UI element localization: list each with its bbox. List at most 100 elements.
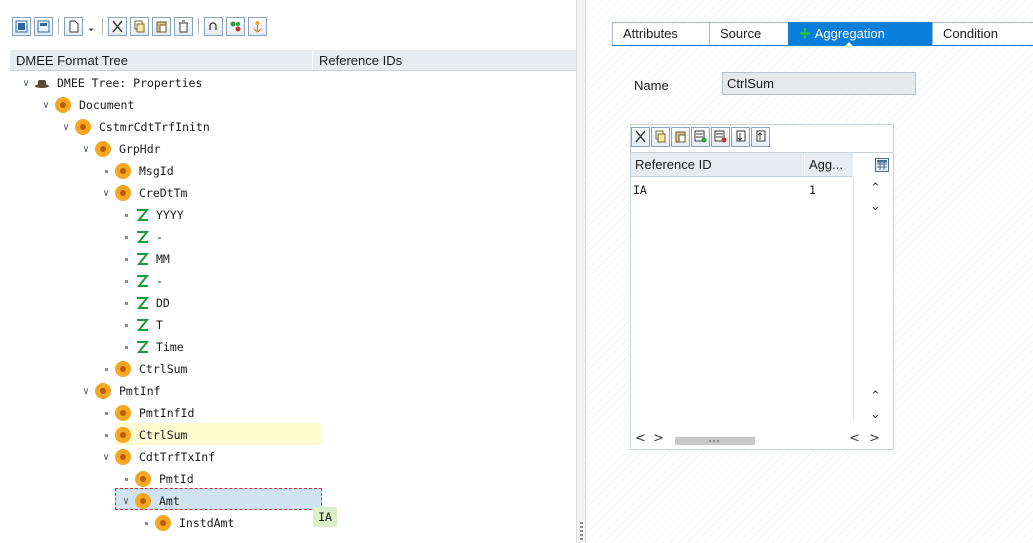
cut-icon[interactable] (108, 16, 127, 36)
node-icon (135, 471, 151, 487)
horizontal-scrollbar[interactable]: < > < > (631, 431, 893, 449)
run-icon[interactable] (226, 16, 245, 36)
chevron-down-icon[interactable]: ∨ (100, 187, 112, 199)
leaf-dot-icon (100, 407, 112, 419)
node-icon (155, 515, 171, 531)
tree-node-cstmrcdttrfinitn[interactable]: ∨ CstmrCdtTrfInitn (60, 116, 213, 138)
scroll-down-icon[interactable]: ⌄ (870, 199, 881, 214)
tree-node-label: GrpHdr (119, 142, 161, 156)
detail-tabs: Attributes Source + Aggregation Conditio… (612, 22, 1033, 46)
details-pane: Attributes Source + Aggregation Conditio… (586, 0, 1033, 543)
splitter-grip-icon[interactable] (580, 522, 583, 542)
reference-id-badge[interactable]: IA (313, 507, 337, 527)
tree-node-ctrlsum-pmtinf[interactable]: CtrlSum (100, 424, 190, 446)
column-header-format-tree[interactable]: DMEE Format Tree (10, 50, 313, 70)
tree-node-pmtid[interactable]: PmtId (120, 468, 197, 490)
column-header-reference-ids[interactable]: Reference IDs (313, 50, 576, 70)
cell-aggregation[interactable]: 1 (809, 183, 816, 201)
copy-icon[interactable] (130, 16, 149, 36)
chevron-down-icon[interactable]: ∨ (80, 143, 92, 155)
chevron-down-icon[interactable]: ∨ (40, 99, 52, 111)
chevron-down-icon[interactable]: ∨ (60, 121, 72, 133)
dropdown-arrow-icon[interactable] (86, 17, 97, 36)
column-header-reference-id[interactable]: Reference ID (631, 153, 805, 176)
hat-icon (34, 77, 50, 89)
name-label: Name (634, 78, 669, 93)
constant-icon (135, 230, 149, 244)
tree-node-yyyy[interactable]: YYYY (120, 204, 187, 226)
tree-node-mm[interactable]: MM (120, 248, 173, 270)
move-up-icon[interactable] (751, 126, 770, 147)
chevron-down-icon[interactable]: ∨ (80, 385, 92, 397)
table-row[interactable]: IA 1 (631, 183, 853, 201)
tree-node-instdamt[interactable]: InstdAmt (140, 512, 237, 534)
tree-node-msgid[interactable]: MsgId (100, 160, 177, 182)
insert-row-icon[interactable] (691, 126, 710, 147)
undo-icon[interactable] (204, 16, 223, 36)
cell-reference-id[interactable]: IA (631, 183, 809, 201)
tab-condition[interactable]: Condition (932, 22, 1033, 46)
pane-splitter[interactable] (576, 0, 586, 543)
leaf-dot-icon (120, 473, 132, 485)
paste-icon[interactable] (671, 126, 690, 147)
scroll-right-icon[interactable]: > (653, 431, 664, 446)
scroll-thumb[interactable] (675, 437, 755, 445)
copy-icon[interactable] (651, 126, 670, 147)
paste-icon[interactable] (152, 16, 171, 36)
scroll-up-icon[interactable]: ⌃ (870, 181, 881, 196)
tree-node-label: T (156, 318, 163, 332)
collapse-all-icon[interactable] (34, 16, 53, 36)
tree-node-dash-1[interactable]: - (120, 226, 166, 248)
tab-source[interactable]: Source (709, 22, 789, 46)
tree-toolbar (12, 14, 270, 38)
cut-icon[interactable] (631, 126, 650, 147)
scroll-left-icon[interactable]: < (635, 431, 646, 446)
leaf-dot-icon (120, 253, 132, 265)
tree-node-amt[interactable]: ∨ Amt (120, 490, 183, 512)
column-header-aggregation[interactable]: Agg... (805, 153, 853, 176)
node-icon (135, 493, 151, 509)
column-settings-icon[interactable] (875, 158, 889, 172)
tree-node-label: CdtTrfTxInf (139, 450, 216, 464)
format-tree-pane: DMEE Format Tree Reference IDs ∨ DMEE Tr… (0, 0, 576, 543)
tree-node-document[interactable]: ∨ Document (40, 94, 137, 116)
tree-node-pmtinf[interactable]: ∨ PmtInf (80, 380, 164, 402)
tree-node-grphdr[interactable]: ∨ GrpHdr (80, 138, 164, 160)
tab-attributes[interactable]: Attributes (612, 22, 710, 46)
plus-icon: + (799, 23, 811, 45)
tree-node-label: Document (79, 98, 135, 112)
vertical-scrollbar[interactable]: ⌃ ⌄ ⌃ ⌄ (853, 177, 893, 422)
flow-icon[interactable] (248, 16, 267, 36)
tree-node-time[interactable]: Time (120, 336, 187, 358)
expand-all-icon[interactable] (12, 16, 31, 36)
tab-aggregation[interactable]: + Aggregation (788, 22, 933, 46)
name-field[interactable]: CtrlSum (722, 72, 916, 95)
delete-row-icon[interactable] (711, 126, 730, 147)
chevron-down-icon[interactable]: ∨ (20, 77, 32, 89)
create-node-icon[interactable] (64, 16, 83, 36)
scroll-up-icon[interactable]: ⌃ (870, 389, 881, 404)
chevron-down-icon[interactable]: ∨ (100, 451, 112, 463)
scroll-right-icon[interactable]: > (869, 431, 880, 446)
chevron-down-icon[interactable]: ∨ (120, 495, 132, 507)
aggregation-panel: Reference ID Agg... IA 1 ⌃ ⌄ ⌃ ⌄ < > < > (630, 124, 894, 450)
scroll-down-icon[interactable]: ⌄ (870, 407, 881, 422)
delete-icon[interactable] (174, 16, 193, 36)
tree-node-label: Amt (159, 494, 180, 508)
tree-node-label: PmtInf (119, 384, 161, 398)
leaf-dot-icon (120, 209, 132, 221)
node-icon (55, 97, 71, 113)
tab-notch-icon (844, 42, 854, 47)
tree-node-cdttrftxinf[interactable]: ∨ CdtTrfTxInf (100, 446, 218, 468)
tree-node-root[interactable]: ∨ DMEE Tree: Properties (20, 72, 205, 94)
tree-node-dash-2[interactable]: - (120, 270, 166, 292)
tree-node-pmtinfid[interactable]: PmtInfId (100, 402, 197, 424)
tree-node-credttm[interactable]: ∨ CreDtTm (100, 182, 190, 204)
scroll-left-icon[interactable]: < (849, 431, 860, 446)
tree-node-dd[interactable]: DD (120, 292, 173, 314)
tree-node-ctrlsum-grphdr[interactable]: CtrlSum (100, 358, 190, 380)
node-icon (75, 119, 91, 135)
tree-node-t[interactable]: T (120, 314, 166, 336)
node-icon (115, 449, 131, 465)
move-down-icon[interactable] (731, 126, 750, 147)
